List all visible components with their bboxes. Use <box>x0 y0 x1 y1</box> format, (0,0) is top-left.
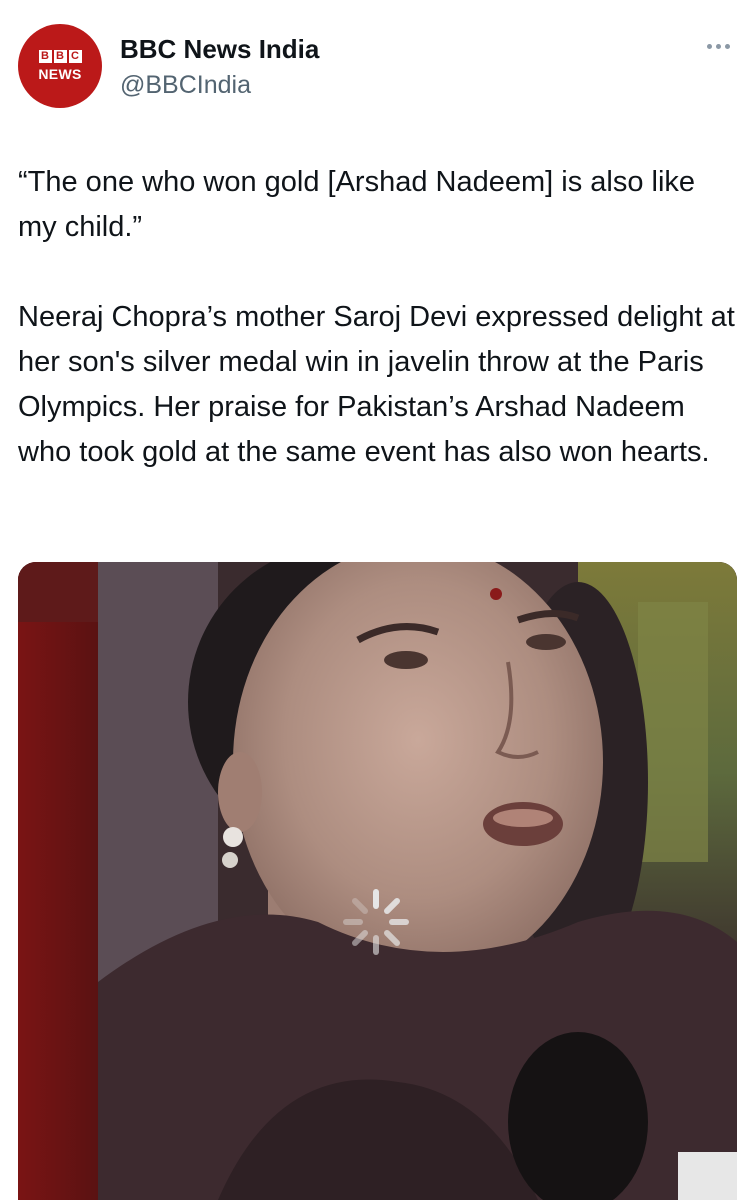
profile-avatar[interactable]: B B C NEWS <box>18 24 102 108</box>
more-options-icon <box>706 43 730 49</box>
tweet-quote-paragraph: “The one who won gold [Arshad Nadeem] is… <box>18 166 696 243</box>
bbc-logo-block: C <box>68 50 82 63</box>
tweet-body: “The one who won gold [Arshad Nadeem] is… <box>18 160 738 475</box>
video-player[interactable] <box>18 562 737 1200</box>
tweet-description-paragraph: Neeraj Chopra’s mother Saroj Devi expres… <box>18 301 735 468</box>
account-display-name[interactable]: BBC News India <box>120 34 319 64</box>
video-frame <box>18 562 737 1200</box>
bbc-logo-news-word: NEWS <box>38 66 82 82</box>
bbc-logo-block: B <box>53 50 67 63</box>
bbc-logo-blocks: B B C <box>38 50 82 63</box>
more-options-button[interactable] <box>700 32 736 60</box>
account-handle[interactable]: @BBCIndia <box>120 70 251 100</box>
bbc-logo-block: B <box>38 50 52 63</box>
tweet-header: B B C NEWS BBC News India @BBCIndia <box>0 0 755 120</box>
